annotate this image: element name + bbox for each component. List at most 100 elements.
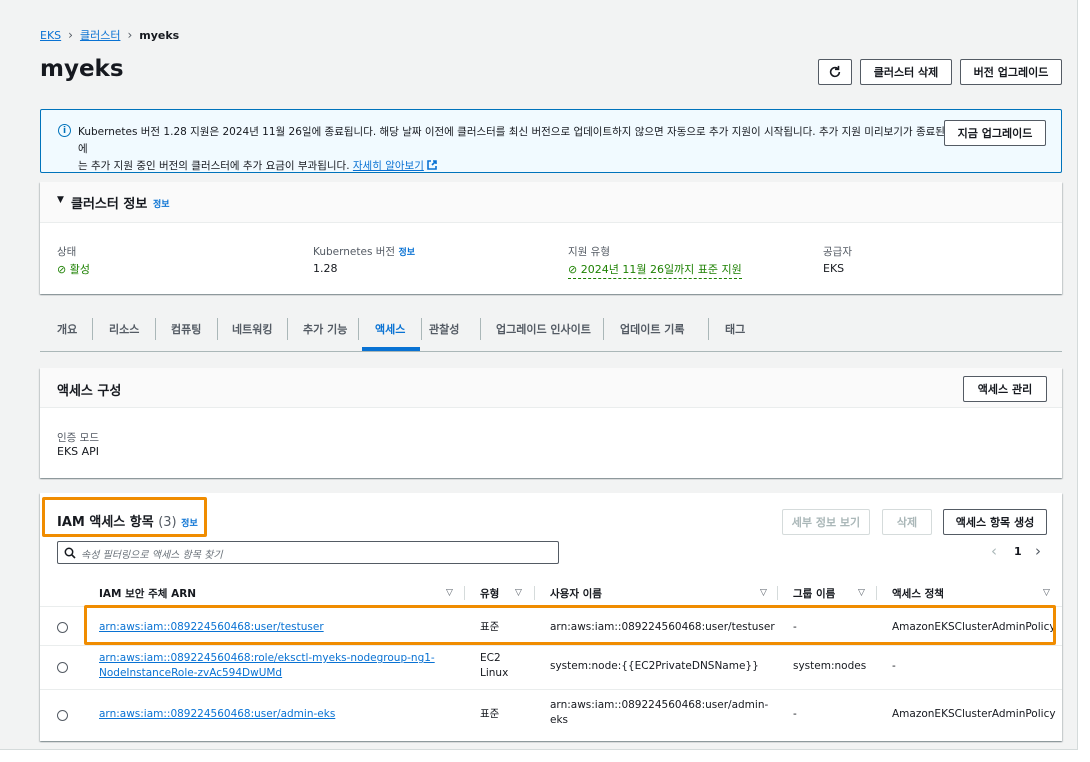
principal-arn-link[interactable]: arn:aws:iam::089224560468:role/eksctl-my… <box>99 652 435 664</box>
create-access-entry-button[interactable]: 액세스 항목 생성 <box>943 509 1047 535</box>
type-cell: EC2 Linux <box>480 651 508 681</box>
row-divider <box>40 645 1062 646</box>
breadcrumb-eks[interactable]: EKS <box>40 29 61 42</box>
username-cell-line1: arn:aws:iam::089224560468:user/admin- <box>550 699 769 711</box>
tab-update-history[interactable]: 업데이트 기록 <box>620 321 685 337</box>
group-cell: system:nodes <box>793 660 867 672</box>
status-value: ⊘ 활성 <box>57 261 90 277</box>
column-header-group[interactable]: 그룹 이름 <box>793 586 835 601</box>
next-page-icon[interactable]: › <box>1035 542 1041 560</box>
cluster-info-info-link[interactable]: 정보 <box>153 197 170 210</box>
username-cell: arn:aws:iam::089224560468:user/admin-eks <box>550 698 768 728</box>
type-cell-line2: Linux <box>480 667 509 679</box>
column-divider <box>876 586 877 600</box>
tab-access[interactable]: 액세스 <box>375 321 405 337</box>
group-cell: - <box>793 708 797 720</box>
tab-networking[interactable]: 네트워킹 <box>232 321 272 337</box>
page-title: myeks <box>40 56 124 82</box>
version-support-alert: i Kubernetes 버전 1.28 지원은 2024년 11월 26일에 … <box>40 109 1062 173</box>
row-select-radio[interactable] <box>57 622 68 633</box>
search-placeholder: 속성 필터링으로 액세스 항목 찾기 <box>81 550 223 561</box>
support-type-label: 지원 유형 <box>568 246 610 258</box>
column-header-type[interactable]: 유형 <box>480 586 499 601</box>
alert-text-line2-body: 는 추가 지원 중인 버전의 클러스터에 추가 요금이 부과됩니다. <box>78 160 350 172</box>
breadcrumb-current: myeks <box>139 28 180 42</box>
provider-value: EKS <box>823 262 845 275</box>
tab-resources[interactable]: 리소스 <box>109 321 139 337</box>
username-cell: system:node:{{EC2PrivateDNSName}} <box>550 660 759 672</box>
column-divider <box>777 586 778 600</box>
manage-access-button[interactable]: 액세스 관리 <box>963 376 1047 402</box>
alert-text: Kubernetes 버전 1.28 지원은 2024년 11월 26일에 종료… <box>78 124 958 175</box>
type-cell: 표준 <box>480 708 500 720</box>
prev-page-icon[interactable]: ‹ <box>991 542 997 560</box>
view-details-button[interactable]: 세부 정보 보기 <box>782 509 870 535</box>
search-input[interactable]: 속성 필터링으로 액세스 항목 찾기 <box>57 541 559 564</box>
learn-more-link[interactable]: 자세히 알아보기 <box>353 160 424 172</box>
tab-bar: 개요 리소스 컴퓨팅 네트워킹 추가 기능 액세스 관찰성 업그레이드 인사이트… <box>40 310 1062 352</box>
upgrade-version-button[interactable]: 버전 업그레이드 <box>960 59 1062 85</box>
tab-divider <box>92 318 93 340</box>
tab-divider <box>217 318 218 340</box>
k8s-version-label: Kubernetes 버전 정보 <box>313 244 415 259</box>
status-value-text: 활성 <box>69 263 90 276</box>
tab-observability[interactable]: 관찰성 <box>429 321 459 337</box>
access-config-card: 액세스 구성 액세스 관리 인증 모드 EKS API <box>40 368 1062 478</box>
alert-text-line2: 는 추가 지원 중인 버전의 클러스터에 추가 요금이 부과됩니다. 자세히 알… <box>78 158 958 175</box>
alert-text-line1: Kubernetes 버전 1.28 지원은 2024년 11월 26일에 종료… <box>78 126 958 155</box>
support-type-value[interactable]: ⊘ 2024년 11월 26일까지 표준 지원 <box>568 261 742 279</box>
provider-label: 공급자 <box>823 246 852 258</box>
table-header: IAM 보안 주체 ARN ▽ 유형 ▽ 사용자 이름 ▽ 그룹 이름 ▽ 액세… <box>40 583 1062 607</box>
column-header-policy[interactable]: 액세스 정책 <box>892 586 944 601</box>
tab-addons[interactable]: 추가 기능 <box>303 321 347 337</box>
auth-mode-label: 인증 모드 <box>57 432 99 444</box>
refresh-button[interactable] <box>818 59 852 85</box>
breadcrumb: EKS › 클러스터 › myeks <box>40 27 179 43</box>
breadcrumb-clusters[interactable]: 클러스터 <box>80 27 120 43</box>
check-circle-icon: ⊘ <box>568 263 578 276</box>
upgrade-now-button[interactable]: 지금 업그레이드 <box>944 120 1046 146</box>
delete-cluster-button[interactable]: 클러스터 삭제 <box>860 59 952 85</box>
tab-upgrade-insights[interactable]: 업그레이드 인사이트 <box>496 321 591 337</box>
tab-tags[interactable]: 태그 <box>725 321 745 337</box>
column-header-arn[interactable]: IAM 보안 주체 ARN <box>99 586 196 601</box>
tab-divider <box>603 318 604 340</box>
tab-divider <box>421 318 422 340</box>
sort-icon[interactable]: ▽ <box>515 588 522 598</box>
sort-icon[interactable]: ▽ <box>858 588 865 598</box>
tab-divider <box>155 318 156 340</box>
chevron-right-icon: › <box>68 28 73 42</box>
highlight-box-heading <box>42 497 207 537</box>
row-select-radio[interactable] <box>57 710 68 721</box>
tab-overview[interactable]: 개요 <box>57 321 77 337</box>
caret-down-icon: ▼ <box>57 195 64 205</box>
status-label: 상태 <box>57 246 77 258</box>
column-divider <box>534 586 535 600</box>
active-tab-indicator <box>362 347 420 351</box>
sort-icon[interactable]: ▽ <box>1043 588 1050 598</box>
external-link-icon <box>427 160 438 170</box>
support-type-value-text: 2024년 11월 26일까지 표준 지원 <box>580 263 742 276</box>
sort-icon[interactable]: ▽ <box>760 588 767 598</box>
tab-divider <box>708 318 709 340</box>
policy-cell: AmazonEKSClusterAdminPolicy <box>892 708 1056 720</box>
cluster-info-header[interactable]: ▼ 클러스터 정보 정보 <box>40 182 1062 223</box>
info-icon: i <box>58 124 71 137</box>
cluster-info-heading: 클러스터 정보 <box>71 197 148 212</box>
tab-divider <box>358 318 359 340</box>
delete-entry-button[interactable]: 삭제 <box>882 509 932 535</box>
sort-icon[interactable]: ▽ <box>446 588 453 598</box>
chevron-right-icon: › <box>127 28 133 42</box>
tab-compute[interactable]: 컴퓨팅 <box>171 321 201 337</box>
principal-arn-link[interactable]: arn:aws:iam::089224560468:user/admin-eks <box>99 708 335 720</box>
k8s-version-value: 1.28 <box>313 262 338 275</box>
policy-cell: - <box>892 660 896 672</box>
current-page-number[interactable]: 1 <box>1014 545 1022 558</box>
row-select-radio[interactable] <box>57 662 68 673</box>
highlight-box-row <box>84 605 1056 645</box>
cluster-info-card: ▼ 클러스터 정보 정보 상태 ⊘ 활성 Kubernetes 버전 정보 1.… <box>40 182 1062 294</box>
principal-arn-link-cont[interactable]: NodeInstanceRole-zvAc594DwUMd <box>99 667 282 679</box>
search-icon <box>64 547 76 559</box>
column-header-username[interactable]: 사용자 이름 <box>550 586 602 601</box>
k8s-version-info-link[interactable]: 정보 <box>398 248 415 258</box>
